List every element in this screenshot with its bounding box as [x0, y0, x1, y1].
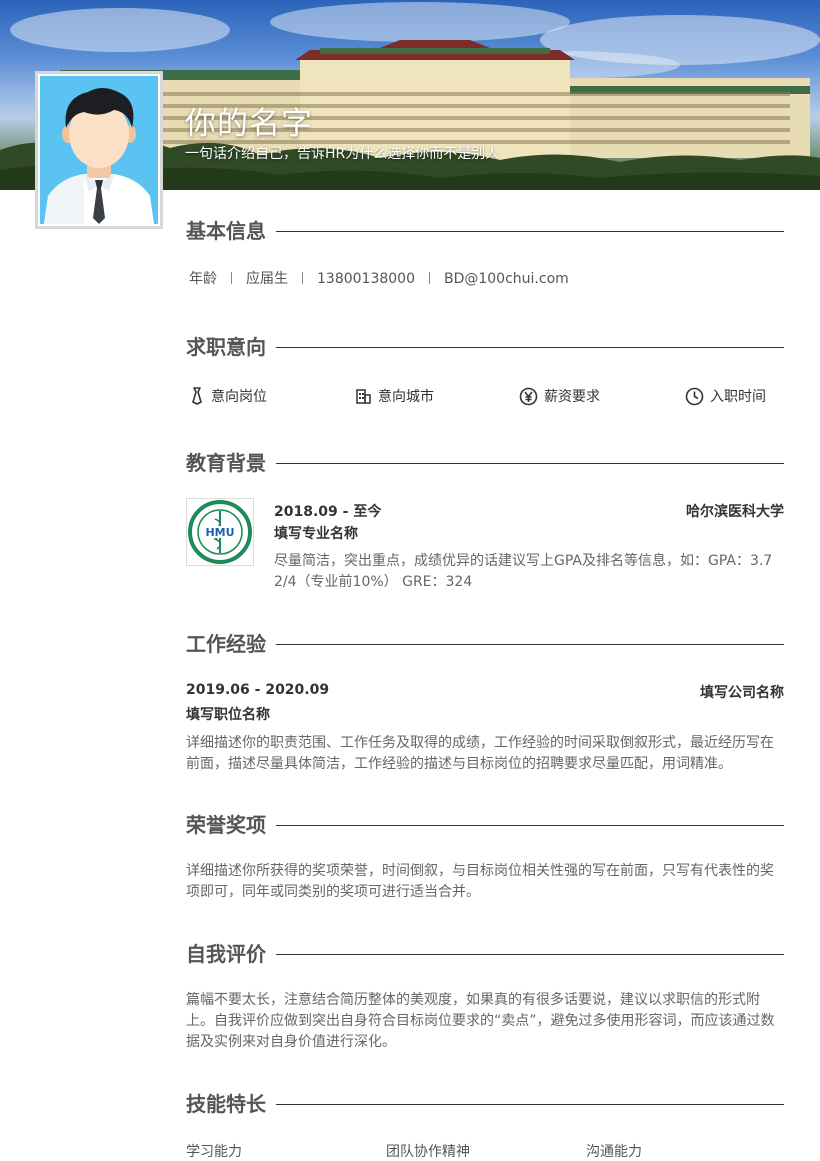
section-basic-info: 基本信息 年龄 应届生 13800138000 BD@100chui.com — [186, 217, 784, 297]
section-divider — [276, 463, 784, 464]
section-title: 工作经验 — [186, 632, 266, 656]
basic-phone: 13800138000 — [317, 271, 415, 287]
work-description: 详细描述你的职责范围、工作任务及取得的成绩，工作经验的时间采取倒叙形式，最近经历… — [186, 735, 774, 772]
candidate-tagline: 一句话介绍自己，告诉HR为什么选择你而不是别人 — [185, 146, 500, 162]
university-logo: HMU — [186, 498, 254, 566]
intent-position: 意向岗位 — [189, 386, 267, 406]
education-major: 填写专业名称 — [274, 526, 358, 542]
section-divider — [276, 231, 784, 232]
tie-icon — [192, 387, 202, 405]
education-school: 哈尔滨医科大学 — [686, 504, 784, 520]
section-title: 求职意向 — [186, 335, 266, 359]
skill-item: 团队协作精神 — [386, 1144, 470, 1160]
avatar — [35, 71, 163, 229]
honors-description: 详细描述你所获得的奖项荣誉，时间倒叙，与目标岗位相关性强的写在前面，只写有代表性… — [186, 863, 774, 900]
basic-status: 应届生 — [246, 271, 288, 287]
intent-label: 入职时间 — [710, 389, 766, 405]
self-evaluation-description: 篇幅不要太长，注意结合简历整体的美观度，如果真的有很多话要说，建议以求职信的形式… — [186, 992, 775, 1050]
intent-salary: 薪资要求 — [519, 386, 600, 406]
section-honors: 荣誉奖项 详细描述你所获得的奖项荣誉，时间倒叙，与目标岗位相关性强的写在前面，只… — [186, 811, 784, 911]
building-icon — [356, 388, 371, 404]
intent-start-date: 入职时间 — [685, 386, 766, 406]
section-divider — [276, 347, 784, 348]
section-title: 技能特长 — [186, 1092, 266, 1116]
clock-icon — [685, 387, 704, 405]
section-self-evaluation: 自我评价 篇幅不要太长，注意结合简历整体的美观度，如果真的有很多话要说，建议以求… — [186, 940, 784, 1070]
section-title: 教育背景 — [186, 451, 266, 475]
separator — [302, 272, 303, 284]
section-skills: 技能特长 学习能力 团队协作精神 沟通能力 — [186, 1090, 784, 1160]
logo-text: HMU — [205, 526, 234, 539]
section-job-intent: 求职意向 意向岗位 意向城市 薪资要求 入职时间 — [186, 333, 784, 423]
section-divider — [276, 825, 784, 826]
basic-email: BD@100chui.com — [443, 271, 569, 287]
section-divider — [276, 1104, 784, 1105]
education-period: 2018.09 - 至今 — [274, 504, 382, 520]
yen-icon — [519, 387, 538, 405]
candidate-name: 你的名字 — [185, 106, 313, 142]
intent-label: 意向城市 — [378, 389, 434, 405]
education-description: 尽量简洁，突出重点，成绩优异的话建议写上GPA及排名等信息，如：GPA：3.72… — [274, 553, 773, 590]
basic-info-row: 年龄 应届生 13800138000 BD@100chui.com — [189, 268, 569, 288]
skill-item: 学习能力 — [186, 1144, 242, 1160]
skill-item: 沟通能力 — [586, 1144, 642, 1160]
work-period: 2019.06 - 2020.09 — [186, 682, 330, 698]
basic-age: 年龄 — [189, 271, 217, 287]
intent-label: 意向岗位 — [211, 389, 267, 405]
avatar-illustration — [40, 76, 158, 224]
section-education: 教育背景 HMU 2018.09 - 至今 哈尔滨医科大学 填写专业名称 尽量简… — [186, 449, 784, 599]
intent-label: 薪资要求 — [544, 389, 600, 405]
work-position: 填写职位名称 — [186, 707, 270, 723]
intent-city: 意向城市 — [355, 386, 434, 406]
section-title: 自我评价 — [186, 942, 266, 966]
separator — [428, 272, 430, 284]
section-divider — [276, 954, 784, 955]
section-work-experience: 工作经验 2019.06 - 2020.09 填写公司名称 填写职位名称 详细描… — [186, 630, 784, 780]
separator — [231, 272, 232, 284]
university-emblem-icon: HMU — [188, 500, 252, 564]
work-company: 填写公司名称 — [700, 685, 784, 701]
section-divider — [276, 644, 784, 645]
section-title: 基本信息 — [186, 219, 266, 243]
section-title: 荣誉奖项 — [186, 813, 266, 837]
